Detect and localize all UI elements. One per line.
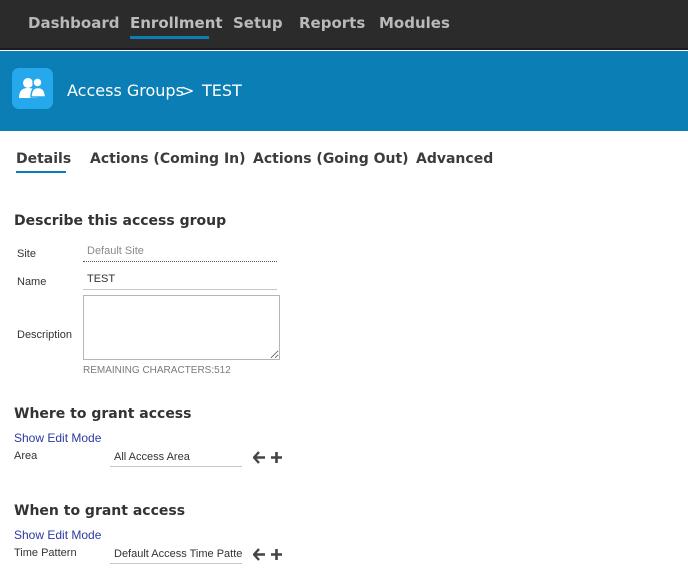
- nav-item-enrollment[interactable]: Enrollment: [130, 14, 223, 32]
- when-heading: When to grant access: [14, 503, 186, 519]
- remaining-characters: REMAINING CHARACTERS:512: [83, 365, 231, 376]
- tab-advanced[interactable]: Advanced: [416, 151, 493, 167]
- nav-item-setup[interactable]: Setup: [233, 14, 283, 32]
- tab-active-indicator: [16, 171, 66, 173]
- nav-active-indicator: [130, 36, 209, 39]
- site-field[interactable]: Default Site: [83, 245, 277, 262]
- name-label: Name: [17, 276, 47, 288]
- breadcrumb-parent[interactable]: Access Groups: [67, 81, 184, 100]
- tab-actions-going-out[interactable]: Actions (Going Out): [253, 151, 409, 167]
- top-nav: Dashboard Enrollment Setup Reports Modul…: [0, 0, 688, 50]
- arrow-left-icon[interactable]: [252, 451, 266, 469]
- time-pattern-field[interactable]: Default Access Time Pattern: [110, 548, 242, 564]
- where-show-edit-mode-link[interactable]: Show Edit Mode: [14, 431, 101, 445]
- breadcrumb-separator: >: [181, 81, 195, 100]
- tab-actions-coming-in[interactable]: Actions (Coming In): [90, 151, 246, 167]
- plus-icon[interactable]: [270, 451, 283, 469]
- area-label: Area: [14, 450, 38, 462]
- description-label: Description: [17, 329, 73, 341]
- plus-icon[interactable]: [270, 548, 283, 566]
- breadcrumb-current: TEST: [202, 81, 242, 100]
- nav-item-reports[interactable]: Reports: [299, 14, 365, 32]
- area-field[interactable]: All Access Area: [110, 451, 242, 467]
- tab-details[interactable]: Details: [16, 151, 71, 167]
- page-header: Access Groups > TEST: [0, 51, 688, 131]
- site-label: Site: [17, 248, 36, 260]
- when-show-edit-mode-link[interactable]: Show Edit Mode: [14, 528, 101, 542]
- arrow-left-icon[interactable]: [252, 548, 266, 566]
- time-pattern-label: Time Pattern: [14, 547, 77, 559]
- where-heading: Where to grant access: [14, 406, 192, 422]
- nav-item-dashboard[interactable]: Dashboard: [28, 14, 119, 32]
- name-field[interactable]: TEST: [83, 273, 277, 290]
- nav-item-modules[interactable]: Modules: [379, 14, 450, 32]
- users-icon: [12, 68, 53, 109]
- describe-heading: Describe this access group: [14, 213, 227, 229]
- description-field[interactable]: [83, 295, 280, 360]
